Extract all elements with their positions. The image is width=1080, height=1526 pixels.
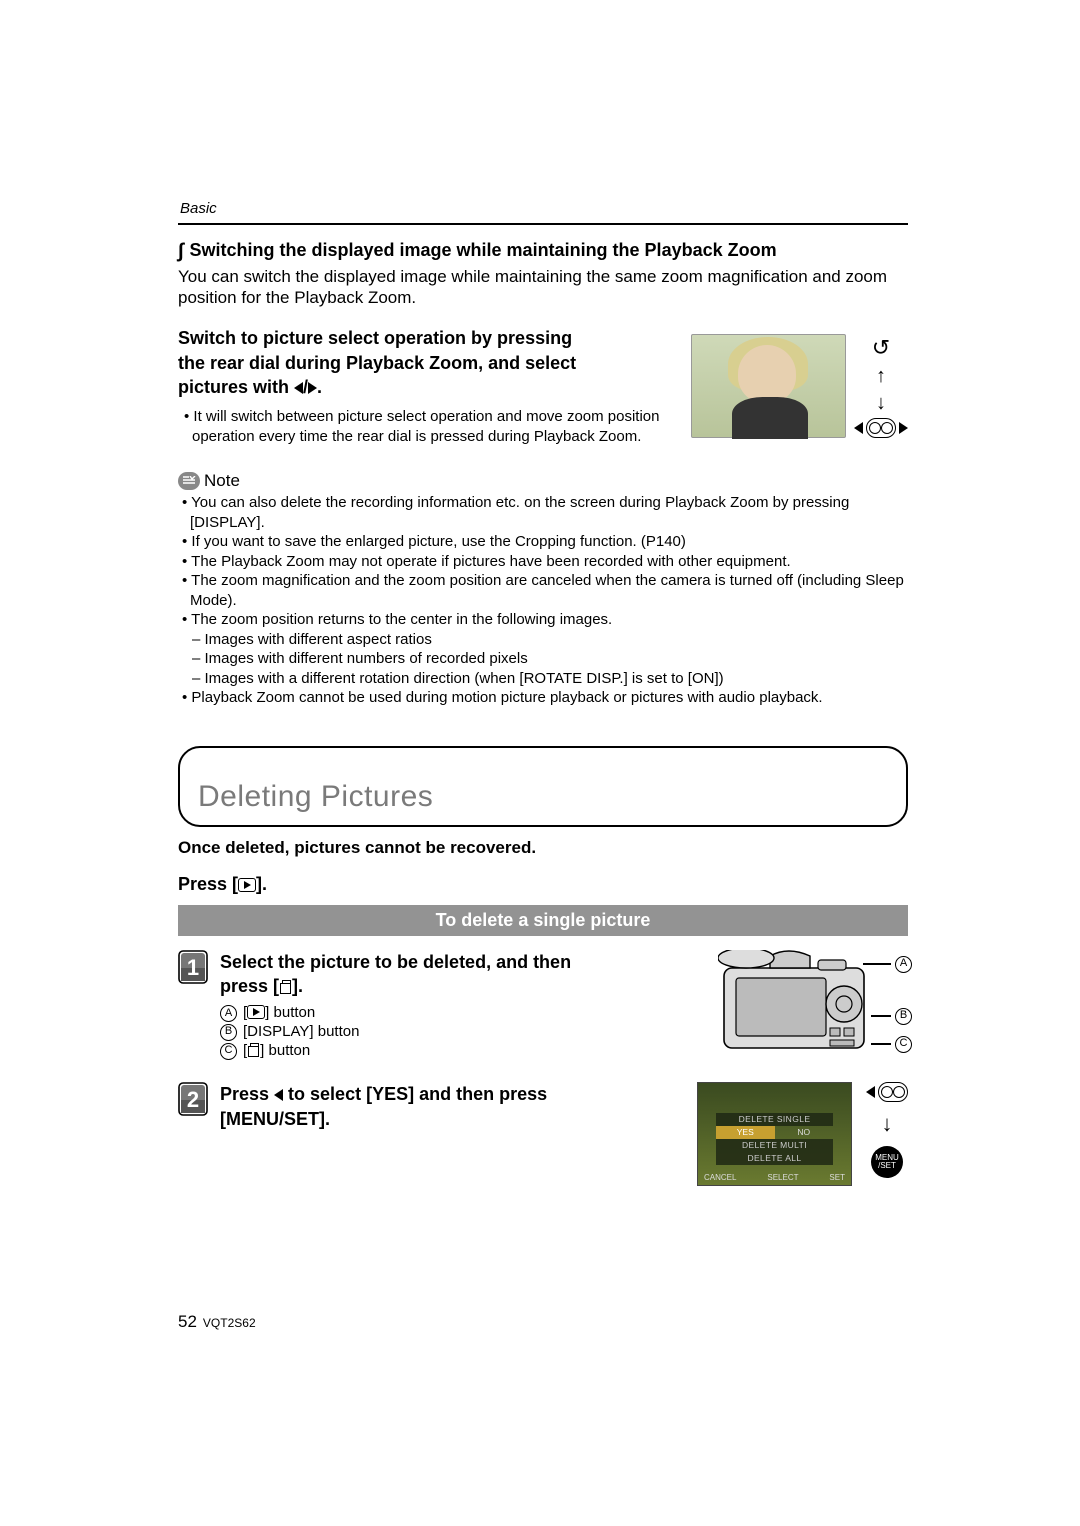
switch-bullet-text: It will switch between picture select op… <box>192 408 660 445</box>
page-footer: 52 VQT2S62 <box>178 1311 256 1332</box>
note-item: • Playback Zoom cannot be used during mo… <box>178 688 908 708</box>
annot-c: C [] button <box>220 1042 698 1061</box>
step-1: 1 Select the picture to be deleted, and … <box>178 950 908 1061</box>
step-1-body: Select the picture to be deleted, and th… <box>220 950 908 1061</box>
press-pre: Press [ <box>178 874 238 894</box>
rear-dial-icon <box>854 418 908 438</box>
note-list: • You can also delete the recording info… <box>178 493 908 708</box>
delete-warning: Once deleted, pictures cannot be recover… <box>178 837 908 858</box>
note-icon <box>178 472 200 490</box>
switch-instruction-l3-post: . <box>317 377 322 397</box>
trash-icon <box>247 1043 260 1057</box>
step-2-body: Press to select [YES] and then press [ME… <box>220 1082 908 1186</box>
dial-left-icon <box>866 1086 875 1098</box>
press-post: ]. <box>256 874 267 894</box>
left-arrow-icon <box>294 382 303 394</box>
left-arrow-icon <box>274 1089 283 1101</box>
up-arrow-icon: ↑ <box>876 364 886 389</box>
manual-page: Basic ∫ Switching the displayed image whi… <box>0 0 1080 1526</box>
note-item: • The zoom position returns to the cente… <box>178 610 908 630</box>
camera-illustration: A B C <box>718 950 908 1061</box>
svg-text:2: 2 <box>187 1087 199 1112</box>
switching-heading-text: Switching the displayed image while main… <box>189 240 776 260</box>
trash-icon <box>279 980 292 994</box>
down-arrow-icon: ↓ <box>876 391 886 416</box>
note-item: • If you want to save the enlarged pictu… <box>178 532 908 552</box>
step-2-controls: ↓ MENU /SET <box>866 1082 908 1178</box>
delete-screen-illustration: DELETE SINGLE YES NO DELETE MULTI DELETE… <box>697 1082 908 1186</box>
playback-icon <box>238 878 256 892</box>
lead-b: B <box>871 1008 912 1025</box>
playback-illustration: ↺ ↑ ↓ <box>691 326 908 446</box>
right-arrow-icon <box>308 382 317 394</box>
switch-instruction-row: Switch to picture select operation by pr… <box>178 326 908 446</box>
subsection-bar: To delete a single picture <box>178 905 908 936</box>
label-a: A <box>220 1005 237 1022</box>
menu-no: NO <box>775 1126 834 1139</box>
rotate-icon: ↺ <box>872 334 890 362</box>
delete-menu-screen: DELETE SINGLE YES NO DELETE MULTI DELETE… <box>697 1082 852 1186</box>
section-box: Deleting Pictures <box>178 746 908 828</box>
playback-icon <box>247 1005 265 1019</box>
menu-yes: YES <box>716 1126 775 1139</box>
svg-text:1: 1 <box>187 955 199 980</box>
menu-delete-multi: DELETE MULTI <box>716 1139 833 1152</box>
zoom-controls: ↺ ↑ ↓ <box>854 334 908 438</box>
square-bullet-icon: ∫ <box>178 240 183 262</box>
note-subitem: – Images with different aspect ratios <box>178 630 908 650</box>
switching-body: You can switch the displayed image while… <box>178 266 908 309</box>
switch-instruction-l2: the rear dial during Playback Zoom, and … <box>178 353 576 373</box>
lead-c: C <box>871 1036 912 1053</box>
note-item: • The Playback Zoom may not operate if p… <box>178 552 908 572</box>
note-item: • You can also delete the recording info… <box>178 493 908 532</box>
menu-delete-all: DELETE ALL <box>716 1152 833 1165</box>
label-c: C <box>220 1043 237 1060</box>
note-item: • The zoom magnification and the zoom po… <box>178 571 908 610</box>
label-b: B <box>220 1024 237 1041</box>
switch-instruction-l3-pre: pictures with <box>178 377 294 397</box>
photo-thumbnail <box>691 334 846 438</box>
doc-id: VQT2S62 <box>203 1316 256 1330</box>
switch-instruction-left: Switch to picture select operation by pr… <box>178 326 679 446</box>
lead-a: A <box>863 956 912 973</box>
annotation-list: A [] button B [DISPLAY] button C [] butt… <box>220 1004 698 1060</box>
annot-b: B [DISPLAY] button <box>220 1023 698 1042</box>
dial-left-icon <box>854 422 863 434</box>
switch-bullet: • It will switch between picture select … <box>178 407 679 446</box>
down-arrow-icon: ↓ <box>882 1110 893 1138</box>
menu-delete-single: DELETE SINGLE <box>716 1113 833 1126</box>
note-heading: Note <box>178 470 908 491</box>
switching-heading: ∫ Switching the displayed image while mai… <box>178 239 908 264</box>
dial-right-icon <box>899 422 908 434</box>
switch-instruction-l1: Switch to picture select operation by pr… <box>178 328 572 348</box>
step-2: 2 Press to select [YES] and then press [… <box>178 1082 908 1186</box>
note-label: Note <box>204 470 240 491</box>
step-number-1-icon: 1 <box>178 950 208 984</box>
section-title: Deleting Pictures <box>198 778 888 816</box>
annot-a: A [] button <box>220 1004 698 1023</box>
note-subitem: – Images with different numbers of recor… <box>178 649 908 669</box>
menu-set-icon: MENU /SET <box>871 1146 903 1178</box>
step-number-2-icon: 2 <box>178 1082 208 1116</box>
press-playback: Press []. <box>178 873 908 896</box>
category-label: Basic <box>178 200 908 219</box>
rear-dial-icon <box>866 1082 908 1102</box>
step-2-title: Press to select [YES] and then press [ME… <box>220 1082 677 1131</box>
menu-yes-no: YES NO <box>716 1126 833 1139</box>
note-subitem: – Images with a different rotation direc… <box>178 669 908 689</box>
menu-footer: CANCEL SELECT SET <box>704 1173 845 1183</box>
page-number: 52 <box>178 1312 197 1331</box>
switch-instruction: Switch to picture select operation by pr… <box>178 326 679 399</box>
step-1-title: Select the picture to be deleted, and th… <box>220 950 698 999</box>
header-rule <box>178 223 908 225</box>
